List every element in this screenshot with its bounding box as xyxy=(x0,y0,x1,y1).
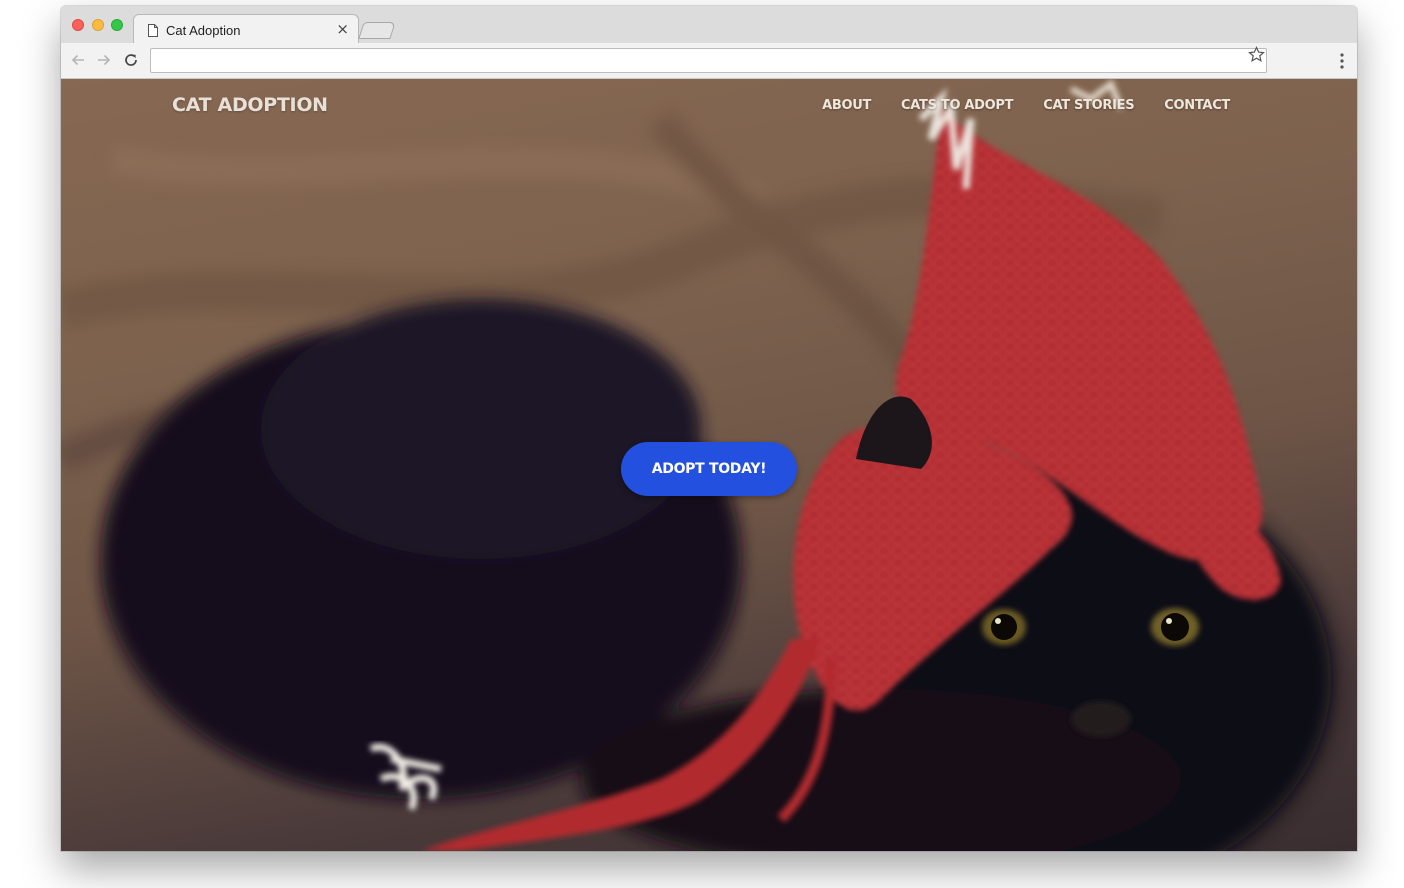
nav-link-cats-to-adopt[interactable]: CATS TO ADOPT xyxy=(901,98,1014,113)
reload-icon[interactable] xyxy=(122,51,140,69)
zoom-window-button[interactable] xyxy=(111,19,123,31)
adopt-today-button[interactable]: ADOPT TODAY! xyxy=(621,442,797,496)
site-nav-links: ABOUT CATS TO ADOPT CAT STORIES CONTACT xyxy=(822,98,1230,113)
forward-arrow-icon[interactable] xyxy=(95,51,113,69)
site-navbar: CAT ADOPTION ABOUT CATS TO ADOPT CAT STO… xyxy=(61,79,1357,139)
nav-link-cat-stories[interactable]: CAT STORIES xyxy=(1043,98,1134,113)
address-bar[interactable] xyxy=(150,48,1267,73)
close-window-button[interactable] xyxy=(72,19,84,31)
nav-link-about[interactable]: ABOUT xyxy=(822,98,871,113)
browser-toolbar xyxy=(61,43,1357,79)
hero-section: CAT ADOPTION ABOUT CATS TO ADOPT CAT STO… xyxy=(61,79,1357,851)
menu-dots-icon[interactable] xyxy=(1339,52,1345,70)
site-brand[interactable]: CAT ADOPTION xyxy=(172,94,328,116)
page-icon xyxy=(148,23,158,37)
tab-title: Cat Adoption xyxy=(166,22,241,38)
minimize-window-button[interactable] xyxy=(92,19,104,31)
nav-link-contact[interactable]: CONTACT xyxy=(1164,98,1230,113)
tab-close-icon[interactable]: × xyxy=(336,20,349,38)
back-arrow-icon[interactable] xyxy=(69,51,87,69)
browser-window: Cat Adoption × CAT ADOPTION ABOUT CATS T… xyxy=(61,6,1357,851)
new-tab-button[interactable] xyxy=(358,22,396,39)
bookmark-star-icon[interactable] xyxy=(1248,46,1265,63)
tab-cat-adoption[interactable]: Cat Adoption × xyxy=(133,14,359,44)
tab-strip: Cat Adoption × xyxy=(61,6,1357,44)
